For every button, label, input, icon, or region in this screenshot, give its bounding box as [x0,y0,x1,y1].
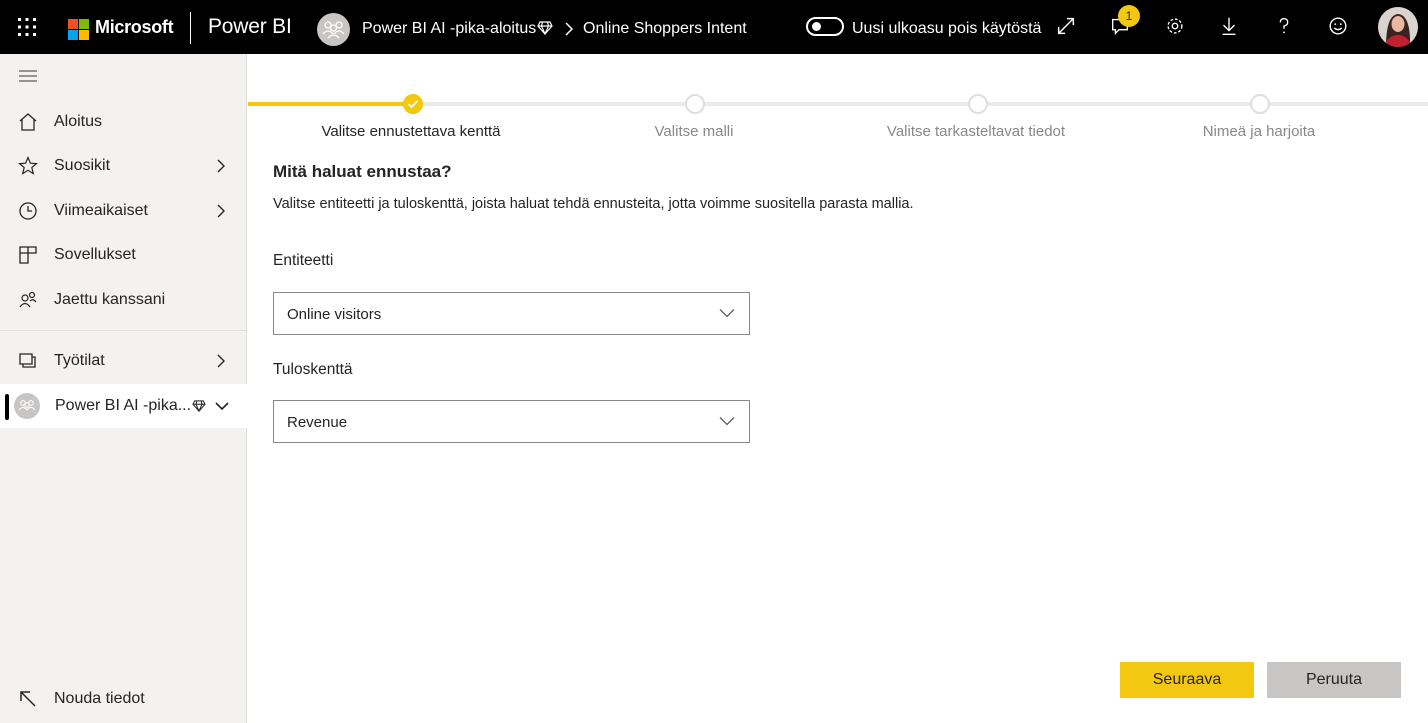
apps-icon [19,246,37,264]
wizard-description: Valitse entiteetti ja tuloskenttä, joist… [273,196,914,212]
feedback-icon[interactable] [1326,14,1350,38]
people-icon [322,21,345,39]
sidebar-item-current-workspace[interactable]: Power BI AI -pika... [0,384,247,428]
sidebar-item-label: Power BI AI -pika... [55,397,192,414]
sidebar-item-label: Aloitus [54,113,103,130]
active-indicator [5,394,9,420]
chevron-down-icon [719,417,735,426]
step-4-dot [1250,94,1270,114]
sidebar-item-label: Jaettu kanssani [54,291,166,308]
download-icon[interactable] [1217,14,1241,38]
expand-icon[interactable] [1054,14,1078,38]
sidebar-item-workspaces[interactable]: Työtilat [0,339,247,383]
toggle-knob [812,22,821,31]
wizard-panel: Valitse ennustettava kenttä Valitse mall… [248,54,1428,723]
breadcrumb-chevron-icon [565,22,574,36]
workspace-avatar [14,393,40,419]
people-icon [18,400,36,411]
step-3-label: Valitse tarkasteltavat tiedot [886,123,1066,140]
get-data-label: Nouda tiedot [54,690,145,707]
chevron-down-icon[interactable] [214,400,230,412]
chevron-right-icon[interactable] [215,353,227,369]
top-header: Microsoft Power BI Power BI AI -pika-alo… [0,0,1428,54]
sidebar-item-label: Suosikit [54,157,111,174]
step-4-label: Nimeä ja harjoita [1202,123,1316,140]
sidebar-item-label: Viimeaikaiset [54,202,148,219]
breadcrumb-dataset[interactable]: Online Shoppers Intent [583,20,747,38]
notification-badge: 1 [1118,5,1140,27]
outcome-dropdown-value: Revenue [287,414,348,431]
new-look-toggle-label: Uusi ulkoasu pois käytöstä [852,20,1042,37]
entity-label: Entiteetti [273,252,334,269]
settings-icon[interactable] [1163,14,1187,38]
clock-icon [19,202,37,220]
workspaces-icon [19,353,36,368]
entity-dropdown[interactable]: Online visitors [273,292,750,335]
next-button[interactable]: Seuraava [1120,662,1254,698]
chevron-right-icon[interactable] [215,158,227,174]
product-name[interactable]: Power BI [208,15,292,39]
hamburger-menu-icon[interactable] [19,70,37,82]
user-avatar[interactable] [1378,7,1418,47]
sidebar-item-recent[interactable]: Viimeaikaiset [0,189,247,233]
step-1-label: Valitse ennustettava kenttä [321,123,501,140]
workspace-avatar[interactable] [317,13,350,46]
sidebar-item-label: Sovellukset [54,246,136,263]
shared-icon [19,291,37,308]
wizard-title: Mitä haluat ennustaa? [273,162,452,181]
breadcrumb-workspace[interactable]: Power BI AI -pika-aloitus [362,20,536,38]
new-look-toggle[interactable] [806,17,844,36]
home-icon [19,113,37,131]
sidebar-item-favorites[interactable]: Suosikit [0,144,247,188]
microsoft-brand: Microsoft [95,17,174,37]
premium-diamond-icon [192,400,206,412]
outcome-label: Tuloskenttä [273,361,353,378]
chevron-right-icon[interactable] [215,203,227,219]
sidebar-divider [0,330,247,331]
step-2-label: Valitse malli [654,123,734,140]
sidebar-item-home[interactable]: Aloitus [0,100,247,144]
sidebar-item-shared[interactable]: Jaettu kanssani [0,278,247,322]
step-3-dot [968,94,988,114]
left-nav: Aloitus Suosikit Viimeaikaiset Sovelluks… [0,54,247,723]
chevron-down-icon [719,309,735,318]
microsoft-logo-icon [68,19,89,40]
outcome-dropdown[interactable]: Revenue [273,400,750,443]
header-divider [190,12,191,44]
entity-dropdown-value: Online visitors [287,306,382,323]
premium-diamond-icon [537,21,553,35]
star-icon [18,156,38,175]
step-2-dot [685,94,705,114]
sidebar-get-data[interactable]: Nouda tiedot [0,677,247,721]
sidebar-item-label: Työtilat [54,352,105,369]
checkmark-icon [407,100,419,109]
arrow-up-left-icon [20,691,36,707]
help-icon[interactable] [1272,14,1296,38]
cancel-button[interactable]: Peruuta [1267,662,1401,698]
app-launcher-icon[interactable] [17,17,37,37]
progress-fill [248,102,414,106]
step-1-dot [403,94,423,114]
sidebar-item-apps[interactable]: Sovellukset [0,233,247,277]
